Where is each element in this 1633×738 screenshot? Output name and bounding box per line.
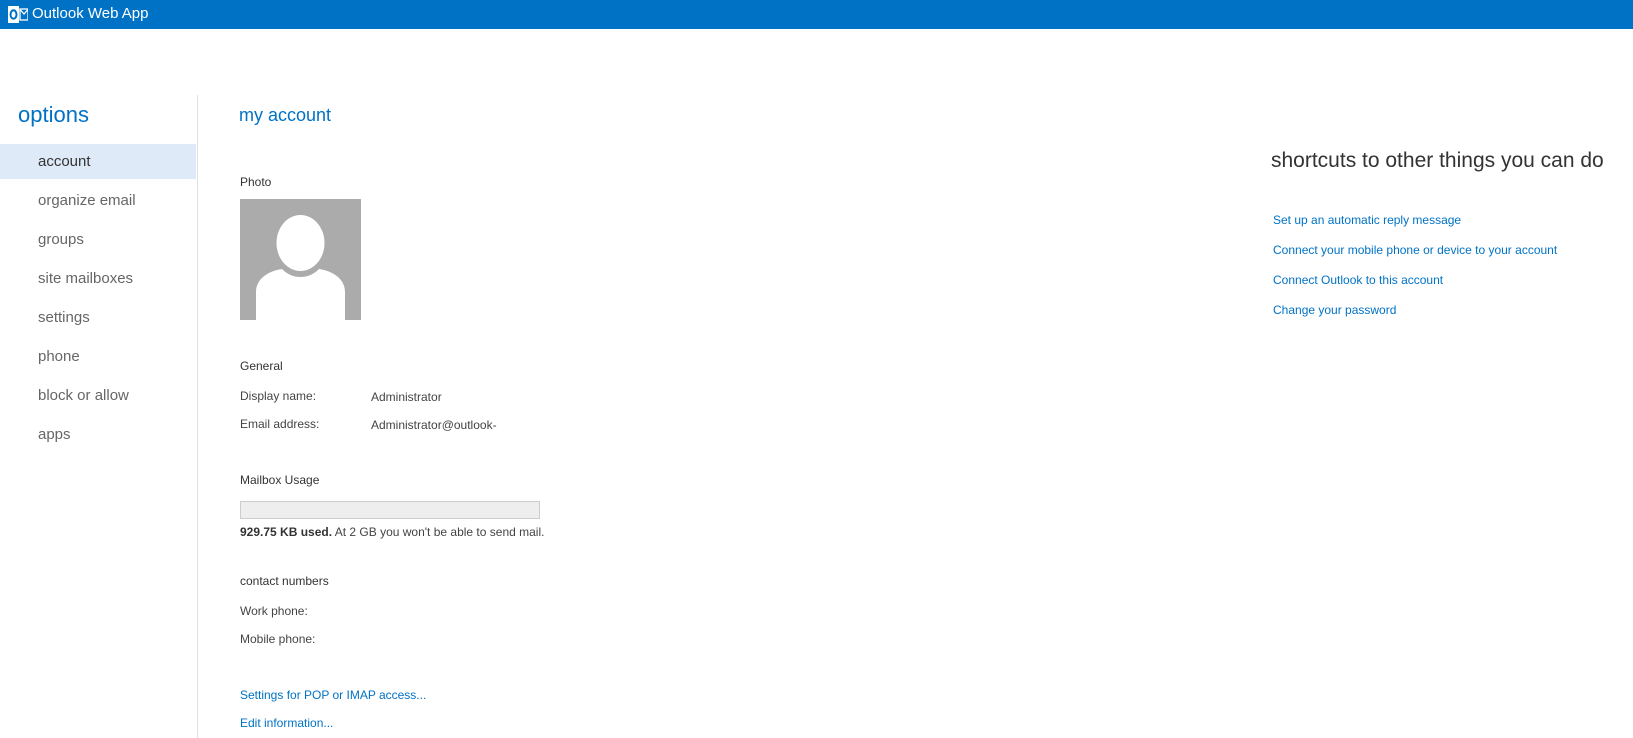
connect-outlook-link[interactable]: Connect Outlook to this account bbox=[1273, 272, 1443, 288]
edit-information-link[interactable]: Edit information... bbox=[240, 715, 333, 731]
change-password-link[interactable]: Change your password bbox=[1273, 302, 1396, 318]
connect-mobile-link[interactable]: Connect your mobile phone or device to y… bbox=[1273, 242, 1557, 258]
mailbox-usage-text: 929.75 KB used. At 2 GB you won't be abl… bbox=[240, 524, 544, 540]
mailbox-limit-text: At 2 GB you won't be able to send mail. bbox=[332, 525, 545, 539]
mailbox-used-amount: 929.75 KB used. bbox=[240, 525, 333, 539]
nav-item-apps[interactable]: apps bbox=[0, 417, 196, 452]
outlook-logo-icon bbox=[8, 6, 28, 23]
default-user-avatar-icon[interactable] bbox=[240, 199, 361, 320]
nav-item-site-mailboxes[interactable]: site mailboxes bbox=[0, 261, 196, 296]
nav-item-account[interactable]: account bbox=[0, 144, 196, 179]
general-heading: General bbox=[240, 359, 283, 373]
app-title[interactable]: Outlook Web App bbox=[32, 5, 148, 23]
nav-item-label: groups bbox=[38, 231, 84, 248]
mailbox-usage-bar bbox=[240, 501, 540, 519]
email-address-label: Email address: bbox=[240, 417, 320, 431]
work-phone-label: Work phone: bbox=[240, 604, 308, 618]
sidebar-divider bbox=[197, 95, 198, 738]
nav-item-settings[interactable]: settings bbox=[0, 300, 196, 335]
email-address-value: Administrator@outlook- bbox=[371, 418, 497, 432]
nav-item-organize-email[interactable]: organize email bbox=[0, 183, 196, 218]
nav-item-groups[interactable]: groups bbox=[0, 222, 196, 257]
top-bar: Outlook Web App bbox=[0, 0, 1633, 29]
nav-item-phone[interactable]: phone bbox=[0, 339, 196, 374]
options-nav: account organize email groups site mailb… bbox=[0, 144, 196, 456]
nav-item-label: account bbox=[38, 153, 91, 170]
nav-item-label: block or allow bbox=[38, 387, 129, 404]
photo-label: Photo bbox=[240, 175, 272, 189]
nav-item-label: organize email bbox=[38, 192, 136, 209]
nav-item-label: site mailboxes bbox=[38, 270, 134, 287]
display-name-label: Display name: bbox=[240, 389, 317, 403]
display-name-value: Administrator bbox=[371, 390, 442, 404]
shortcuts-title: shortcuts to other things you can do bbox=[1271, 149, 1604, 172]
nav-item-label: settings bbox=[38, 309, 90, 326]
page-title: my account bbox=[239, 105, 332, 125]
pop-imap-settings-link[interactable]: Settings for POP or IMAP access... bbox=[240, 687, 426, 703]
contact-numbers-heading: contact numbers bbox=[240, 574, 329, 588]
mailbox-usage-heading: Mailbox Usage bbox=[240, 473, 320, 487]
options-title: options bbox=[18, 102, 89, 127]
nav-item-label: phone bbox=[38, 348, 80, 365]
automatic-reply-link[interactable]: Set up an automatic reply message bbox=[1273, 212, 1461, 228]
mobile-phone-label: Mobile phone: bbox=[240, 632, 316, 646]
nav-item-label: apps bbox=[38, 426, 71, 443]
nav-item-block-or-allow[interactable]: block or allow bbox=[0, 378, 196, 413]
